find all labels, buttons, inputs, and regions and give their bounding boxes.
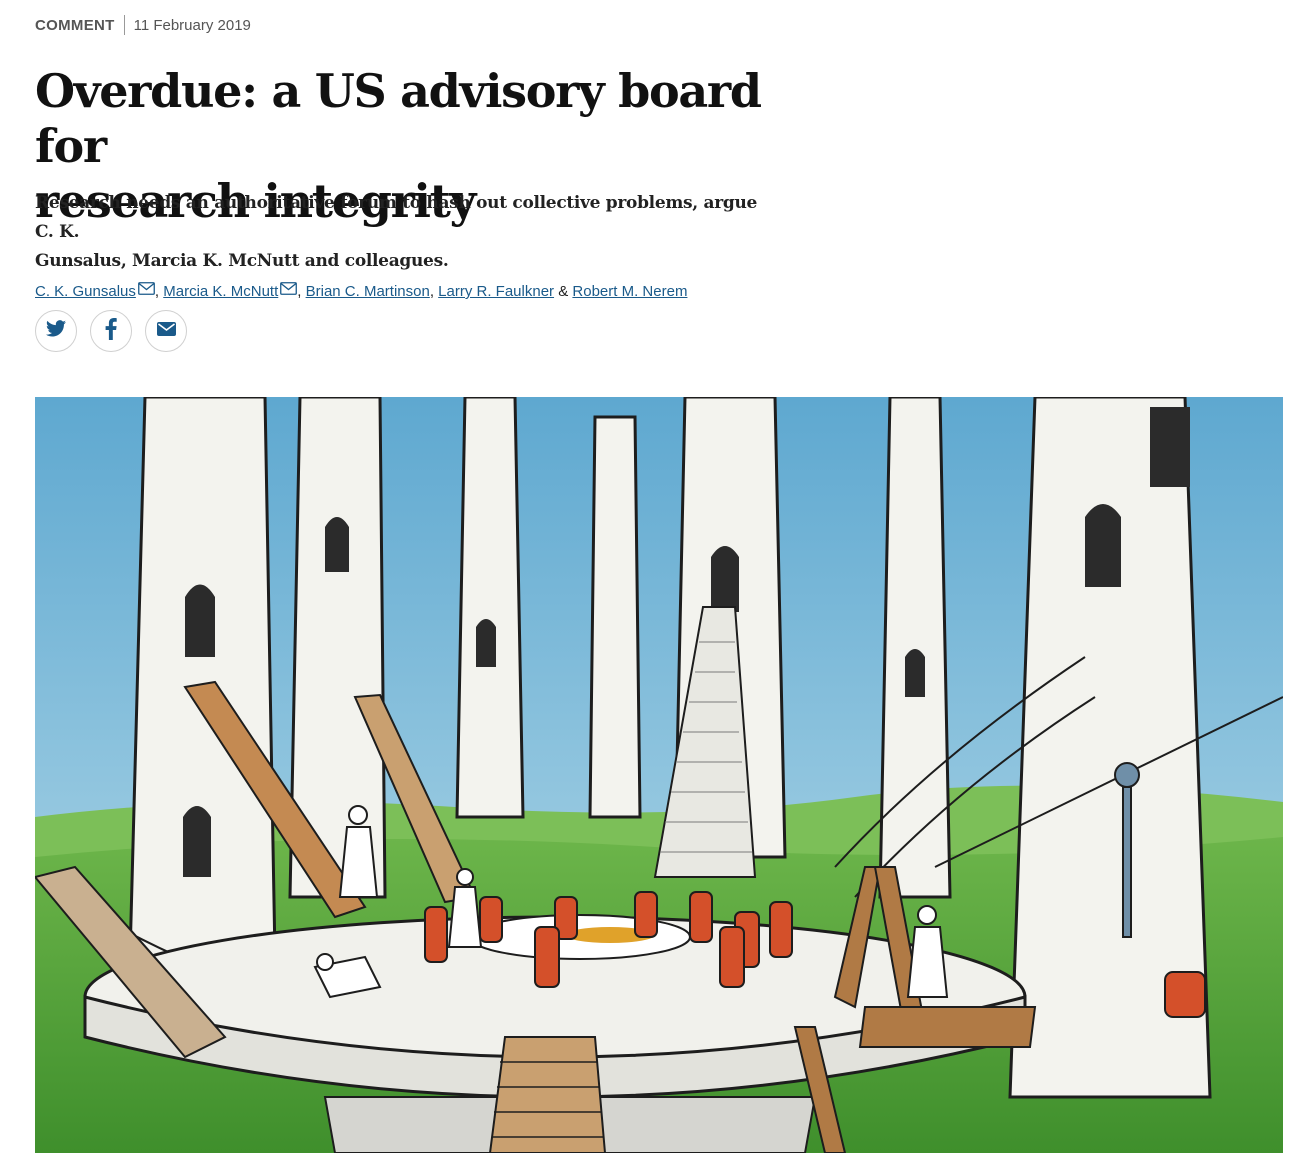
author-link-faulkner[interactable]: Larry R. Faulkner (438, 283, 554, 300)
author-list: C. K. Gunsalus, Marcia K. McNutt, Brian … (35, 281, 687, 302)
mail-icon[interactable] (280, 281, 298, 301)
author-separator: , (297, 283, 302, 300)
author-separator: , (429, 283, 434, 300)
author-link-nerem[interactable]: Robert M. Nerem (572, 283, 687, 300)
article-title-line1: Overdue: a US advisory board for (35, 64, 762, 173)
meta-divider (123, 15, 125, 35)
publication-date: 11 February 2019 (133, 16, 251, 34)
article-type-label[interactable]: COMMENT (35, 17, 115, 34)
author-link-mcnutt[interactable]: Marcia K. McNutt (163, 283, 278, 300)
illustration-icon (35, 397, 1283, 1153)
share-buttons (35, 310, 187, 352)
twitter-icon (46, 320, 66, 342)
email-icon (156, 321, 176, 341)
author-link-gunsalus[interactable]: C. K. Gunsalus (35, 283, 136, 300)
mail-icon[interactable] (137, 281, 155, 301)
facebook-icon (105, 317, 117, 345)
author-link-martinson[interactable]: Brian C. Martinson (306, 283, 430, 300)
hero-illustration (35, 397, 1283, 1153)
share-email-button[interactable] (145, 310, 187, 352)
share-facebook-button[interactable] (90, 310, 132, 352)
author-separator: & (558, 283, 569, 300)
author-separator: , (154, 283, 160, 300)
standfirst-line1: Research needs an authoritative forum to… (35, 193, 758, 242)
standfirst-line2: Gunsalus, Marcia K. McNutt and colleague… (35, 251, 449, 271)
article-meta: COMMENT 11 February 2019 (35, 14, 251, 36)
article-standfirst: Research needs an authoritative forum to… (35, 189, 775, 276)
share-twitter-button[interactable] (35, 310, 77, 352)
